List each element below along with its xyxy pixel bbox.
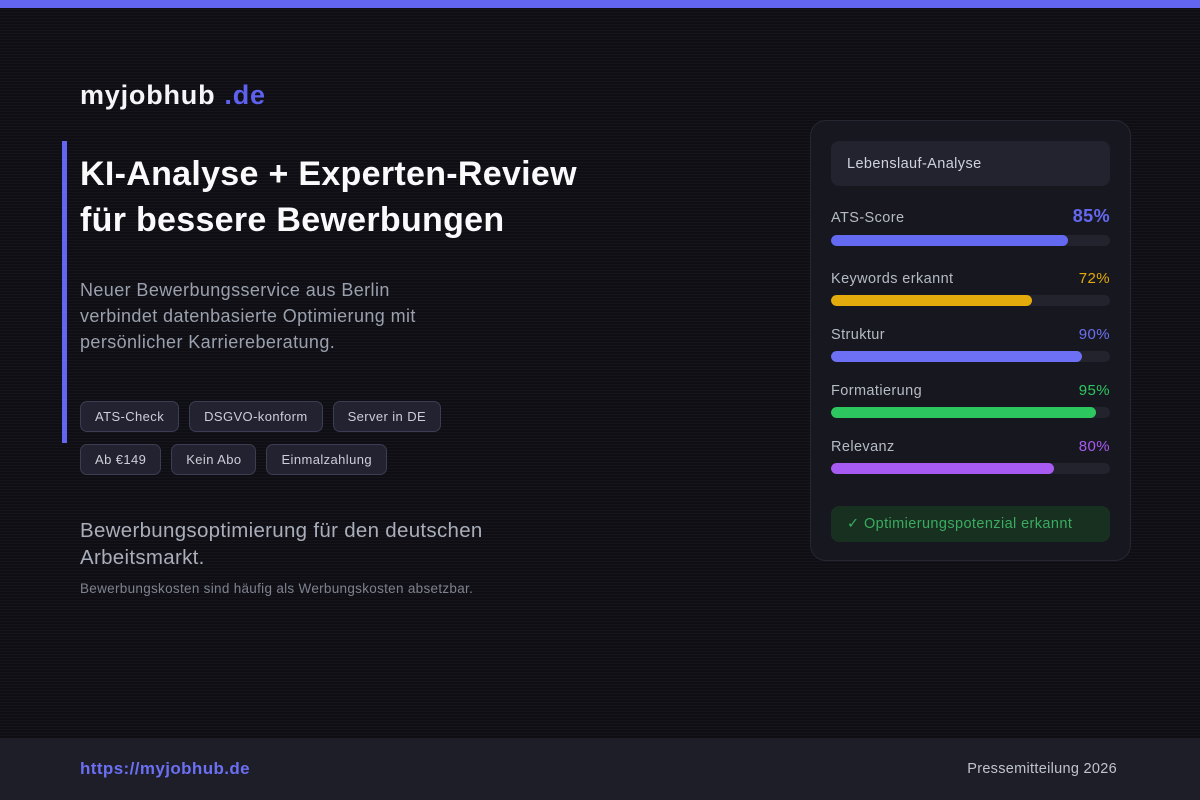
statement-text: Bewerbungsoptimierung für den deutschen … bbox=[80, 517, 740, 571]
metric-relevanz: Relevanz 80% bbox=[831, 438, 1110, 474]
metric-value: 85% bbox=[1073, 206, 1110, 227]
left-column: myjobhub .de KI-Analyse + Experten-Review… bbox=[80, 0, 740, 596]
metric-label: Formatierung bbox=[831, 383, 922, 399]
page-title-line-1: KI-Analyse + Experten-Review bbox=[80, 151, 740, 197]
logo-name: myjobhub bbox=[80, 80, 215, 110]
metric-bar-fill bbox=[831, 351, 1082, 362]
hero-subtitle-line-2: verbindet datenbasierte Optimierung mit bbox=[80, 303, 740, 329]
badge-row-1: ATS-Check DSGVO-konform Server in DE bbox=[80, 401, 740, 432]
statement-line-1: Bewerbungsoptimierung für den deutschen bbox=[80, 517, 740, 544]
statement-line-2: Arbeitsmarkt. bbox=[80, 544, 740, 571]
footer-link[interactable]: https://myjobhub.de bbox=[80, 759, 250, 779]
metric-struktur: Struktur 90% bbox=[831, 326, 1110, 362]
metric-bar-fill bbox=[831, 295, 1032, 306]
statement-note: Bewerbungskosten sind häufig als Werbung… bbox=[80, 581, 740, 596]
badge-one-time-payment: Einmalzahlung bbox=[266, 444, 386, 475]
hero-section: KI-Analyse + Experten-Review für bessere… bbox=[62, 141, 740, 443]
metric-bar-track bbox=[831, 463, 1110, 474]
statement-block: Bewerbungsoptimierung für den deutschen … bbox=[80, 517, 740, 596]
metric-bar-fill bbox=[831, 463, 1054, 474]
logo-tld: .de bbox=[224, 80, 265, 110]
metric-bar-track bbox=[831, 407, 1110, 418]
metric-formatierung: Formatierung 95% bbox=[831, 382, 1110, 418]
badge-price: Ab €149 bbox=[80, 444, 161, 475]
hero-subtitle: Neuer Bewerbungsservice aus Berlin verbi… bbox=[80, 277, 740, 355]
metric-bar-track bbox=[831, 351, 1110, 362]
metric-label: ATS-Score bbox=[831, 210, 904, 226]
footer-press-label: Pressemitteilung 2026 bbox=[967, 761, 1117, 777]
metric-bar-track bbox=[831, 295, 1110, 306]
metric-label: Struktur bbox=[831, 327, 885, 343]
metric-keywords: Keywords erkannt 72% bbox=[831, 270, 1110, 306]
hero-subtitle-line-3: persönlicher Karriereberatung. bbox=[80, 329, 740, 355]
metric-ats-score: ATS-Score 85% bbox=[831, 206, 1110, 246]
resume-analysis-card: Lebenslauf-Analyse ATS-Score 85% Keyword… bbox=[810, 120, 1131, 561]
badge-server-de: Server in DE bbox=[333, 401, 442, 432]
badge-dsgvo: DSGVO-konform bbox=[189, 401, 322, 432]
badge-ats-check: ATS-Check bbox=[80, 401, 179, 432]
badge-no-subscription: Kein Abo bbox=[171, 444, 256, 475]
metric-value: 90% bbox=[1079, 326, 1110, 343]
logo: myjobhub .de bbox=[80, 80, 740, 111]
card-title: Lebenslauf-Analyse bbox=[831, 141, 1110, 186]
metric-label: Relevanz bbox=[831, 439, 895, 455]
page-title: KI-Analyse + Experten-Review für bessere… bbox=[80, 151, 740, 243]
metric-bar-fill bbox=[831, 407, 1096, 418]
page-title-line-2: für bessere Bewerbungen bbox=[80, 197, 740, 243]
hero-subtitle-line-1: Neuer Bewerbungsservice aus Berlin bbox=[80, 277, 740, 303]
metric-value: 72% bbox=[1079, 270, 1110, 287]
metric-value: 95% bbox=[1079, 382, 1110, 399]
result-badge: ✓ Optimierungspotenzial erkannt bbox=[831, 506, 1110, 542]
footer: https://myjobhub.de Pressemitteilung 202… bbox=[0, 738, 1200, 800]
metric-value: 80% bbox=[1079, 438, 1110, 455]
metric-bar-fill bbox=[831, 235, 1068, 246]
metric-bar-track bbox=[831, 235, 1110, 246]
badge-row-2: Ab €149 Kein Abo Einmalzahlung bbox=[80, 444, 740, 475]
metric-label: Keywords erkannt bbox=[831, 271, 953, 287]
